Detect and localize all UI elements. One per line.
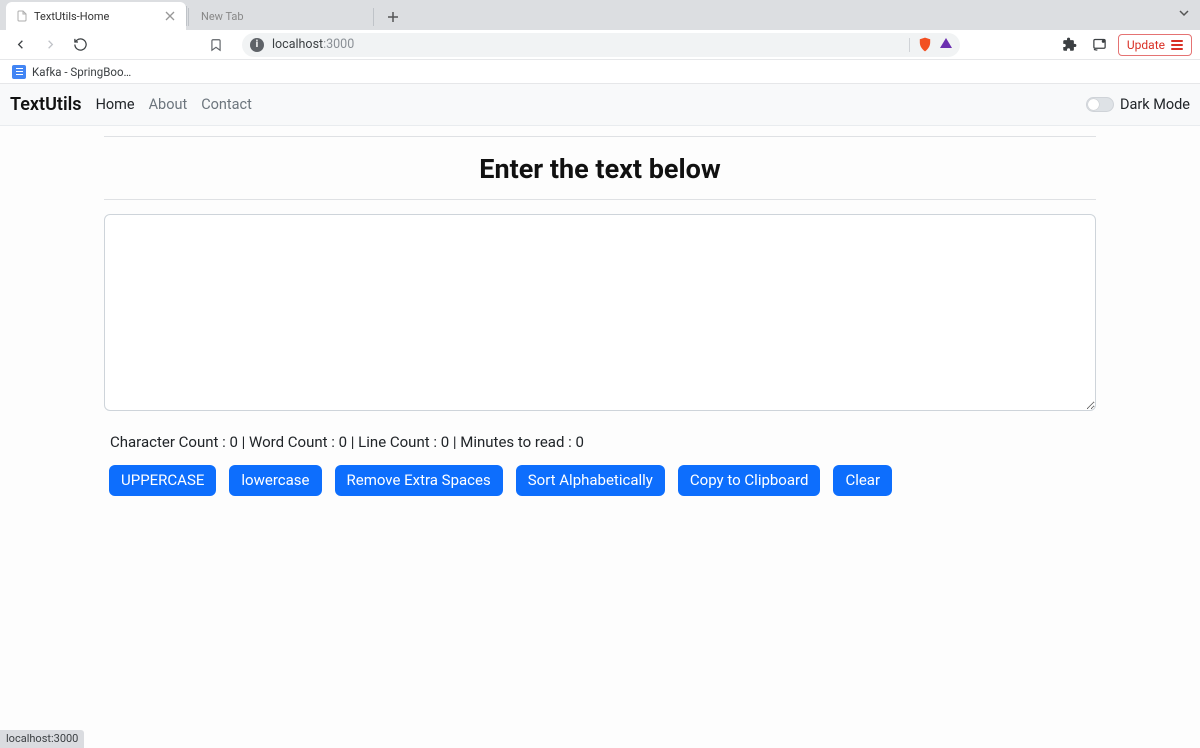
app-navbar: TextUtils Home About Contact Dark Mode bbox=[0, 84, 1200, 126]
menu-icon bbox=[1171, 40, 1183, 50]
omnibox-right-icons bbox=[909, 37, 952, 52]
hr-top bbox=[104, 136, 1096, 137]
back-button[interactable] bbox=[8, 33, 32, 57]
sort-alphabetically-button[interactable]: Sort Alphabetically bbox=[516, 465, 665, 496]
page-body: Enter the text below Character Count : 0… bbox=[0, 136, 1200, 496]
address-host: localhost bbox=[272, 37, 323, 52]
tab-title: TextUtils-Home bbox=[34, 10, 109, 23]
remove-extra-spaces-button[interactable]: Remove Extra Spaces bbox=[335, 465, 503, 496]
reload-button[interactable] bbox=[68, 33, 92, 57]
forward-button[interactable] bbox=[38, 33, 62, 57]
tab-separator bbox=[188, 8, 189, 26]
content-wrap: Enter the text below Character Count : 0… bbox=[104, 136, 1096, 496]
status-bar: localhost:3000 bbox=[0, 730, 84, 748]
lowercase-button[interactable]: lowercase bbox=[229, 465, 321, 496]
page-title: Enter the text below bbox=[104, 153, 1096, 185]
nav-contact[interactable]: Contact bbox=[201, 96, 252, 113]
tab-separator bbox=[373, 8, 374, 26]
brave-shield-icon[interactable] bbox=[918, 37, 932, 52]
brave-rewards-icon[interactable] bbox=[940, 37, 952, 52]
clear-button[interactable]: Clear bbox=[833, 465, 892, 496]
separator bbox=[909, 38, 910, 52]
browser-tabstrip: TextUtils-Home New Tab bbox=[0, 0, 1200, 30]
bookmarks-bar: Kafka - SpringBoo… bbox=[0, 60, 1200, 84]
text-input[interactable] bbox=[104, 214, 1096, 411]
update-label: Update bbox=[1127, 38, 1165, 52]
browser-tab-active[interactable]: TextUtils-Home bbox=[6, 2, 186, 30]
update-button[interactable]: Update bbox=[1118, 34, 1192, 56]
action-buttons-row: UPPERCASE lowercase Remove Extra Spaces … bbox=[104, 465, 1096, 496]
stats-line: Character Count : 0 | Word Count : 0 | L… bbox=[110, 433, 1096, 451]
new-tab-button[interactable] bbox=[380, 4, 406, 30]
copy-to-clipboard-button[interactable]: Copy to Clipboard bbox=[678, 465, 821, 496]
nav-about[interactable]: About bbox=[149, 96, 188, 113]
brand[interactable]: TextUtils bbox=[10, 94, 82, 115]
address-port: :3000 bbox=[323, 37, 354, 52]
page-icon bbox=[16, 10, 28, 22]
bookmark-item[interactable]: Kafka - SpringBoo… bbox=[32, 65, 131, 79]
tab-title: New Tab bbox=[201, 10, 244, 23]
nav-home[interactable]: Home bbox=[96, 96, 135, 113]
site-info-icon[interactable]: i bbox=[250, 38, 264, 52]
browser-tab-inactive[interactable]: New Tab bbox=[191, 2, 371, 30]
extensions-icon[interactable] bbox=[1058, 33, 1082, 57]
tab-close-icon[interactable] bbox=[164, 10, 176, 22]
tabs-menu-caret-icon[interactable] bbox=[1178, 7, 1190, 19]
uppercase-button[interactable]: UPPERCASE bbox=[109, 465, 216, 496]
hr-under-title bbox=[104, 199, 1096, 200]
address-bar[interactable]: i localhost:3000 bbox=[242, 33, 960, 57]
dark-mode-label: Dark Mode bbox=[1120, 96, 1190, 113]
bookmark-icon[interactable] bbox=[204, 33, 228, 57]
cast-icon[interactable] bbox=[1088, 33, 1112, 57]
browser-toolbar: i localhost:3000 Update bbox=[0, 30, 1200, 60]
address-text: localhost:3000 bbox=[272, 37, 354, 52]
google-docs-icon bbox=[12, 65, 26, 79]
dark-mode-toggle[interactable] bbox=[1086, 97, 1114, 112]
